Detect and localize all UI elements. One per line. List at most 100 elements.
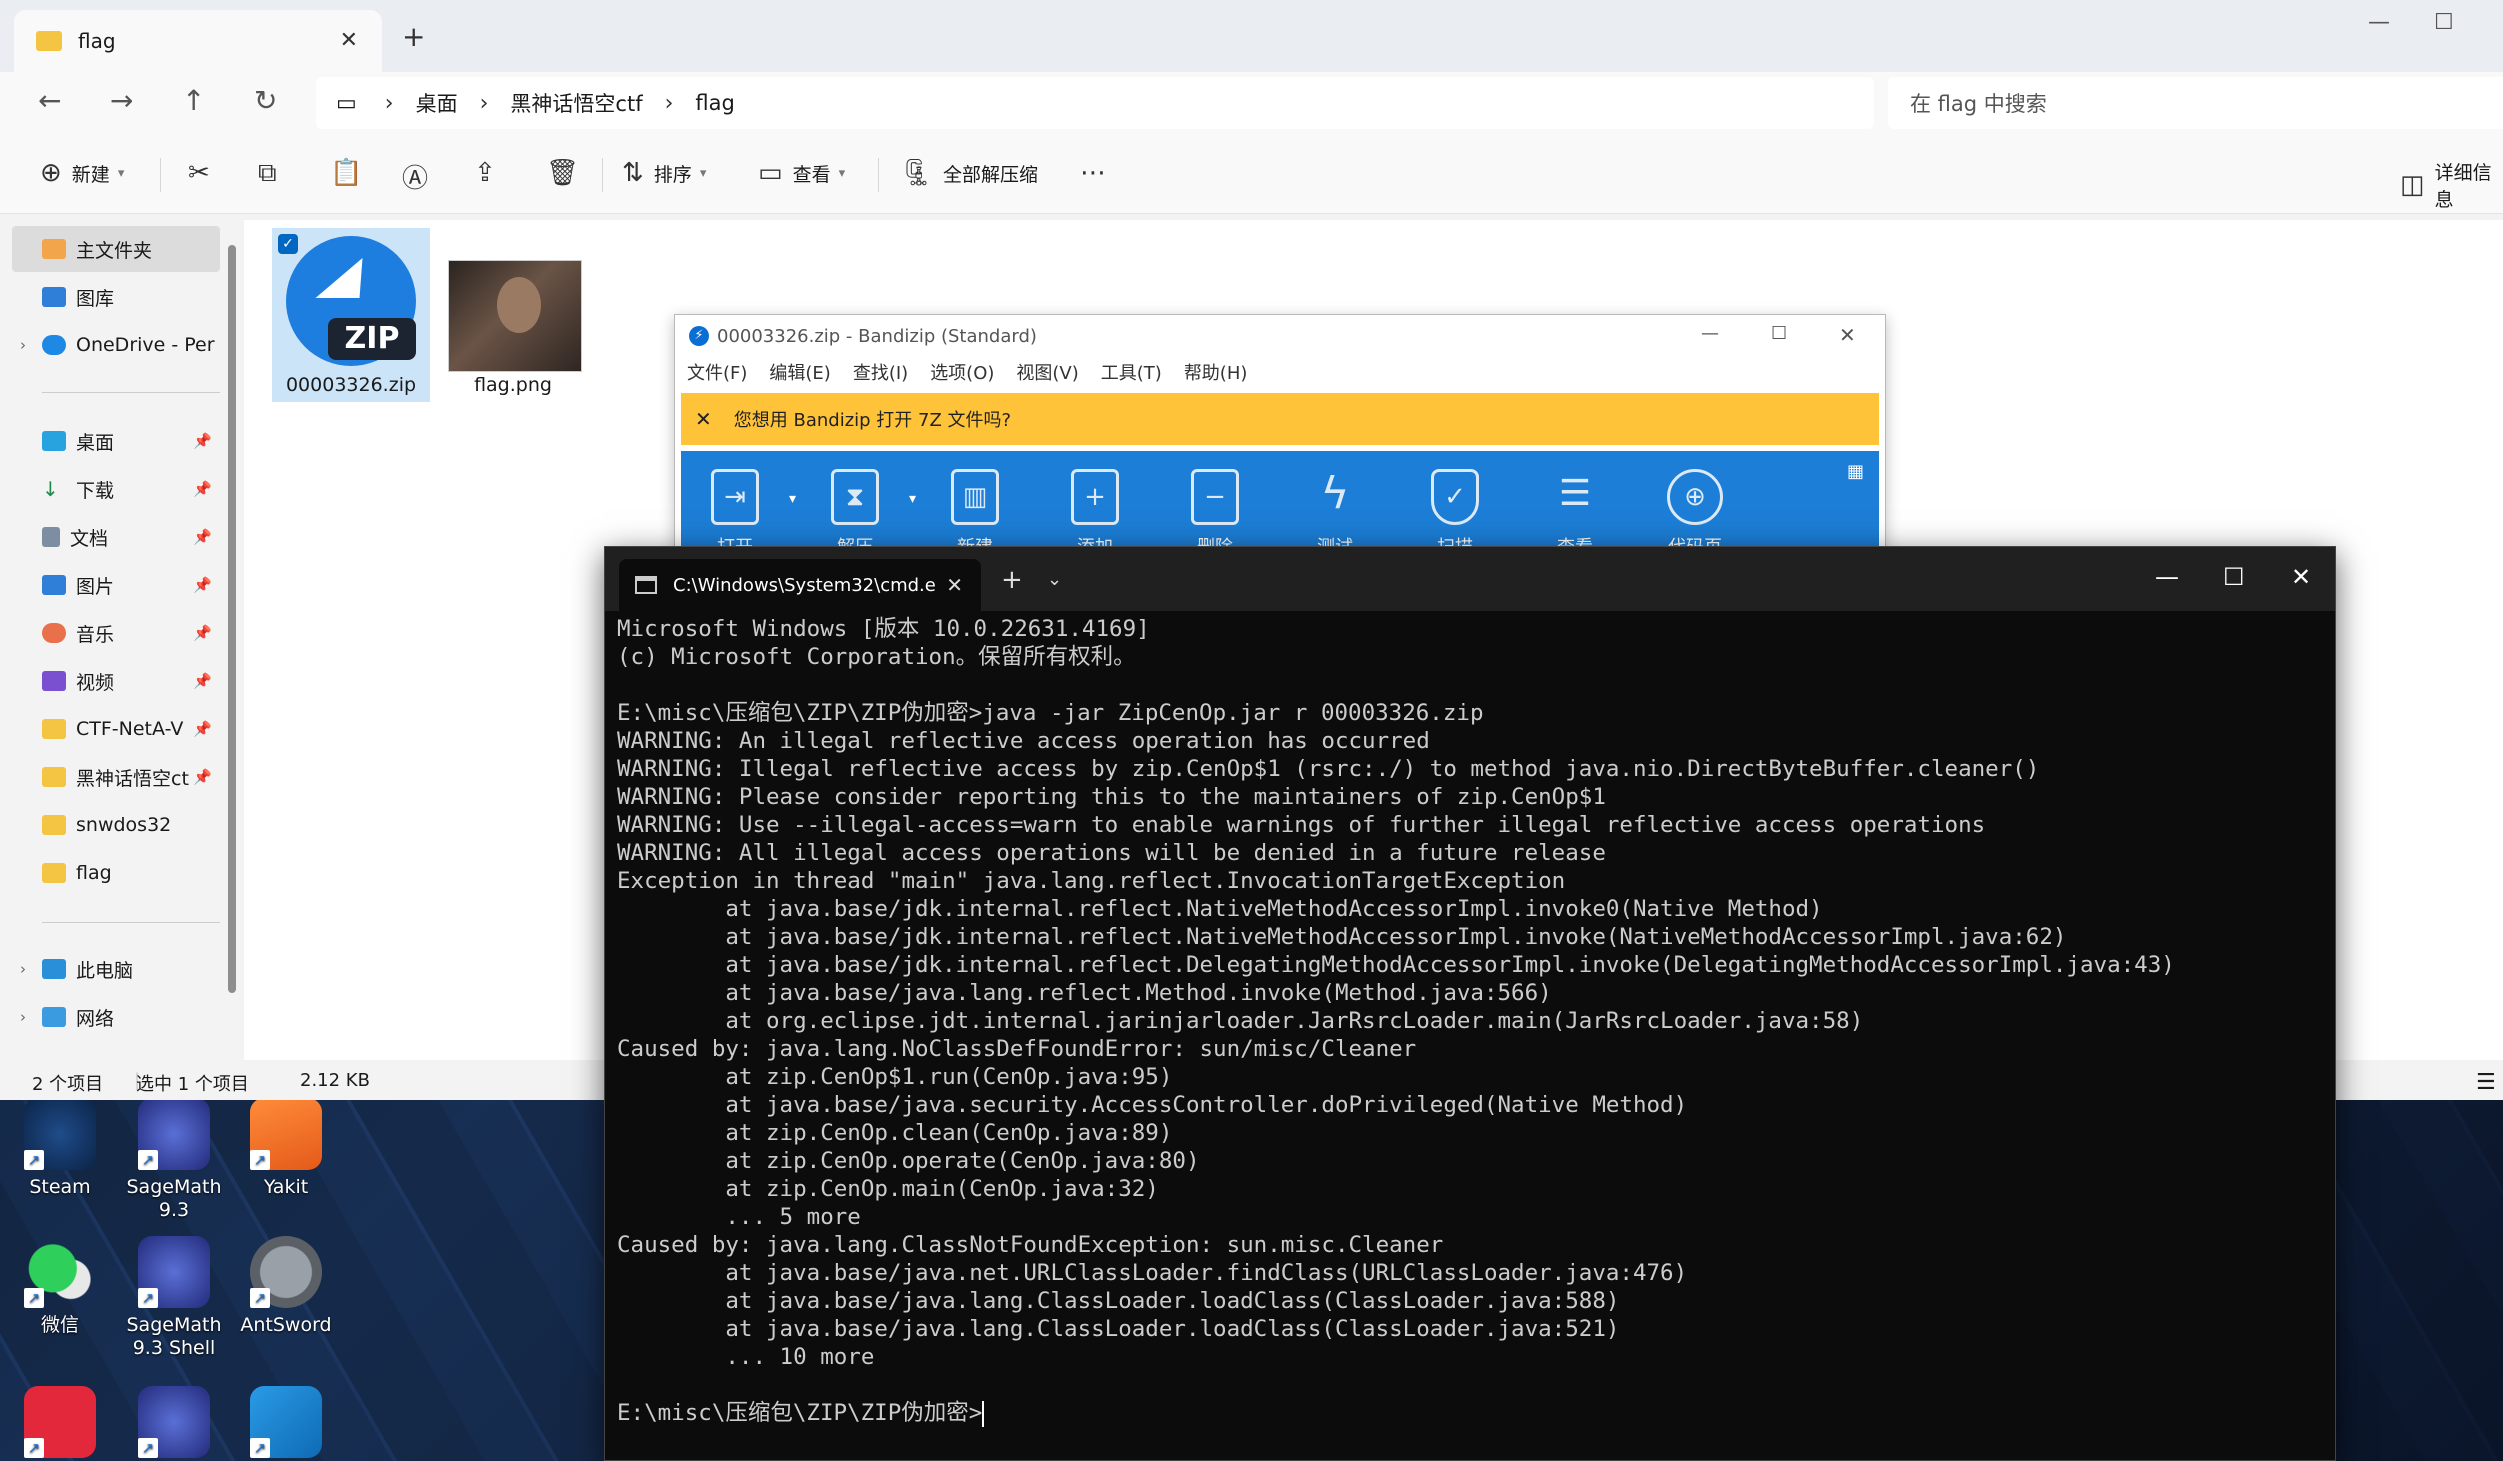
menu-edit[interactable]: 编辑(E): [769, 359, 830, 385]
new-tab-button[interactable]: +: [1001, 565, 1023, 595]
back-icon[interactable]: ←: [38, 84, 61, 117]
sidebar-item-heishenhua[interactable]: 黑神话悟空ct 📌: [12, 754, 220, 800]
desktop-icon-sagemath-notebook[interactable]: ↗: [114, 1386, 234, 1461]
new-button[interactable]: ⊕ 新建 ▾: [40, 158, 124, 188]
copy-icon: ⧉: [258, 158, 277, 188]
desktop-icon-vscode[interactable]: ↗: [226, 1386, 346, 1461]
divider: [878, 158, 879, 192]
console-line: WARNING: Use --illegal-access=warn to en…: [617, 812, 1986, 838]
chevron-right-icon[interactable]: ›: [12, 960, 34, 978]
sidebar-item-desktop[interactable]: 桌面 📌: [12, 418, 220, 464]
chevron-down-icon[interactable]: ⌄: [1047, 569, 1062, 590]
checkbox-icon[interactable]: ✓: [278, 234, 298, 254]
sidebar-item-snwdos32[interactable]: snwdos32: [12, 802, 220, 848]
explorer-tab[interactable]: flag ✕: [14, 10, 382, 72]
sidebar-item-ctf-neta[interactable]: CTF-NetA-V 📌: [12, 706, 220, 752]
minimize-button[interactable]: —: [2368, 10, 2390, 35]
close-button[interactable]: ✕: [2291, 563, 2311, 591]
sidebar-item-home[interactable]: 主文件夹: [12, 226, 220, 272]
breadcrumb-item[interactable]: 桌面: [416, 88, 458, 118]
notice-text[interactable]: 您想用 Bandizip 打开 7Z 文件吗?: [734, 406, 1011, 432]
layout-grid-icon[interactable]: ▦: [1847, 461, 1864, 482]
maximize-button[interactable]: ☐: [1771, 323, 1787, 344]
desktop-icon-netease-music[interactable]: ↗: [0, 1386, 120, 1461]
new-tab-button[interactable]: +: [402, 20, 425, 53]
view-button[interactable]: ▭ 查看 ▾: [758, 158, 845, 188]
breadcrumb-item[interactable]: flag: [695, 91, 734, 115]
console-output[interactable]: Microsoft Windows [版本 10.0.22631.4169] (c…: [617, 615, 2327, 1455]
maximize-button[interactable]: ☐: [2223, 563, 2245, 591]
share-button[interactable]: ⇪: [474, 158, 506, 188]
sidebar-item-music[interactable]: 音乐 📌: [12, 610, 220, 656]
refresh-icon[interactable]: ↻: [254, 84, 277, 117]
bandizip-titlebar: ⚡ 00003326.zip - Bandizip (Standard) — ☐…: [675, 315, 1885, 357]
more-options-button[interactable]: ⋯: [1080, 158, 1116, 188]
terminal-tab[interactable]: C:\Windows\System32\cmd.e ✕: [619, 559, 981, 611]
steam-icon: ↗: [24, 1098, 96, 1170]
shortcut-arrow-icon: ↗: [250, 1288, 270, 1308]
sidebar-item-downloads[interactable]: ↓ 下载 📌: [12, 466, 220, 512]
chevron-down-icon: ▾: [838, 165, 846, 181]
desktop-icon-sagemath-shell[interactable]: ↗ SageMath 9.3 Shell: [114, 1236, 234, 1360]
chevron-right-icon[interactable]: ›: [12, 1008, 34, 1026]
address-field[interactable]: ▭ › 桌面 › 黑神话悟空ctf › flag: [316, 77, 1874, 129]
details-button[interactable]: ◫ 详细信息: [2400, 158, 2503, 212]
close-tab-icon[interactable]: ✕: [946, 573, 963, 597]
maximize-button[interactable]: ☐: [2434, 10, 2454, 35]
sidebar-scrollbar[interactable]: [228, 245, 236, 993]
desktop-icon-antsword[interactable]: ↗ AntSword: [226, 1236, 346, 1337]
pin-icon: 📌: [193, 672, 212, 690]
close-tab-icon[interactable]: ✕: [340, 28, 358, 53]
breadcrumb-item[interactable]: 黑神话悟空ctf: [510, 88, 642, 118]
menu-tools[interactable]: 工具(T): [1101, 359, 1162, 385]
menu-options[interactable]: 选项(O): [930, 359, 994, 385]
file-item-png[interactable]: flag.png: [440, 228, 586, 402]
desktop-icon-yakit[interactable]: ↗ Yakit: [226, 1098, 346, 1199]
bandizip-logo-icon: ⚡: [689, 326, 709, 346]
sidebar-item-documents[interactable]: 文档 📌: [12, 514, 220, 560]
sidebar-item-this-pc[interactable]: › 此电脑: [12, 946, 220, 992]
menu-help[interactable]: 帮助(H): [1184, 359, 1248, 385]
sidebar-item-pictures[interactable]: 图片 📌: [12, 562, 220, 608]
desktop-icon-label: Yakit: [263, 1176, 309, 1198]
minimize-button[interactable]: —: [1701, 323, 1719, 344]
search-input[interactable]: 在 flag 中搜索: [1888, 77, 2503, 129]
console-prompt[interactable]: E:\misc\压缩包\ZIP\ZIP伪加密>: [617, 1399, 2327, 1427]
paste-button[interactable]: 📋: [330, 158, 372, 188]
extract-all-button[interactable]: 🗜 全部解压缩: [900, 158, 1038, 188]
menu-find[interactable]: 查找(I): [853, 359, 908, 385]
chevron-right-icon[interactable]: ›: [12, 336, 34, 354]
close-button[interactable]: ✕: [1839, 323, 1856, 347]
rename-button[interactable]: Ⓐ: [402, 158, 438, 195]
chevron-down-icon[interactable]: ▾: [789, 491, 796, 507]
copy-button[interactable]: ⧉: [258, 158, 287, 189]
desktop-icon-steam[interactable]: ↗ Steam: [0, 1098, 120, 1199]
menu-view[interactable]: 视图(V): [1016, 359, 1078, 385]
chevron-down-icon[interactable]: ▾: [909, 491, 916, 507]
console-line: at org.eclipse.jdt.internal.jarinjarload…: [617, 1008, 1864, 1034]
desktop-icon-wechat[interactable]: ↗ 微信: [0, 1236, 120, 1337]
file-item-zip[interactable]: ✓ ZIP 00003326.zip: [272, 228, 430, 402]
pin-icon: 📌: [193, 624, 212, 642]
menu-file[interactable]: 文件(F): [687, 359, 747, 385]
cut-button[interactable]: ✂: [188, 158, 220, 188]
minimize-button[interactable]: —: [2155, 563, 2179, 591]
folder-icon: [42, 815, 66, 835]
up-icon[interactable]: ↑: [182, 84, 205, 117]
console-line: Microsoft Windows [版本 10.0.22631.4169]: [617, 616, 1150, 642]
delete-button[interactable]: 🗑: [546, 158, 589, 188]
shortcut-arrow-icon: ↗: [250, 1150, 270, 1170]
sort-button[interactable]: ⇅ 排序 ▾: [622, 158, 706, 188]
sidebar-item-gallery[interactable]: 图库: [12, 274, 220, 320]
forward-icon[interactable]: →: [110, 84, 133, 117]
list-view-icon[interactable]: ☰: [2476, 1070, 2496, 1095]
dismiss-notice-icon[interactable]: ✕: [695, 407, 712, 431]
sidebar-item-videos[interactable]: 视频 📌: [12, 658, 220, 704]
sidebar-item-flag[interactable]: flag: [12, 850, 220, 896]
sidebar-item-network[interactable]: › 网络: [12, 994, 220, 1040]
desktop-icon-sagemath[interactable]: ↗ SageMath 9.3: [114, 1098, 234, 1222]
details-label: 详细信息: [2434, 162, 2492, 211]
shortcut-arrow-icon: ↗: [138, 1288, 158, 1308]
sidebar-item-onedrive[interactable]: › OneDrive - Per: [12, 322, 220, 368]
